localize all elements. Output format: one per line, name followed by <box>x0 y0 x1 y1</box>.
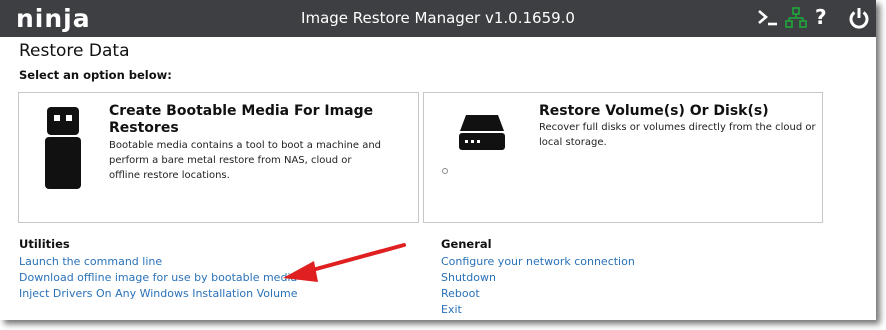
annotation-arrow <box>283 243 406 282</box>
app-window: ninja Image Restore Manager v1.0.1659.0 … <box>0 0 876 320</box>
